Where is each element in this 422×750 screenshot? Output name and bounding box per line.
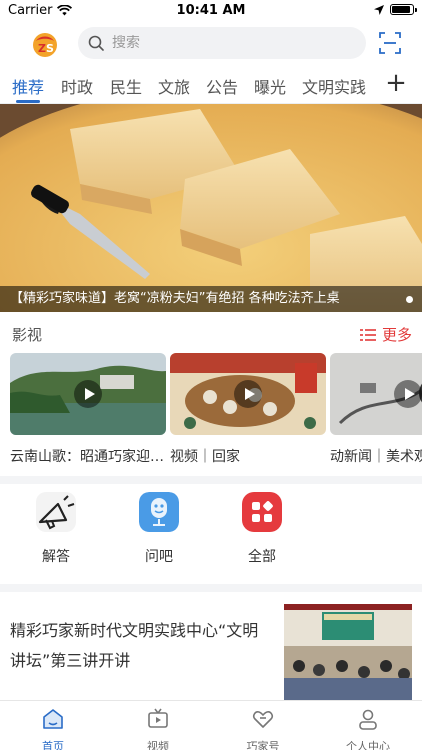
banner-caption: 【精彩巧家味道】老窝“凉粉夫妇”有绝招 各种吃法齐上桌 <box>0 286 422 312</box>
tab-livelihood[interactable]: 民生 <box>110 74 142 98</box>
list-icon <box>359 328 376 341</box>
carousel-indicator <box>406 296 413 303</box>
user-icon <box>359 709 377 730</box>
play-icon <box>234 380 262 408</box>
status-time: 10:41 AM <box>176 3 246 18</box>
tabbar-home[interactable]: 首页 <box>13 707 93 750</box>
more-button[interactable]: 更多 <box>359 324 412 345</box>
video-card[interactable]: 动新闻｜美术观 <box>330 353 422 466</box>
grid-icon <box>242 492 282 532</box>
tabbar-video[interactable]: 视频 <box>118 707 198 750</box>
video-thumbnail <box>330 353 422 435</box>
quick-entries: 解答 问吧 全部 <box>0 492 422 572</box>
tabbar-profile[interactable]: 个人中心 <box>328 707 408 750</box>
tabbar-label: 个人中心 <box>346 740 390 750</box>
video-list: 云南山歌：昭通巧家迎新年 视频｜回家 动新闻｜美术观 <box>0 353 422 473</box>
scan-icon[interactable] <box>378 31 402 55</box>
quick-entry-label: 全部 <box>248 549 276 565</box>
microphone-icon <box>139 492 179 532</box>
svg-text:S: S <box>46 42 54 55</box>
tabbar-label: 视频 <box>147 740 169 750</box>
play-icon <box>74 380 102 408</box>
video-thumbnail <box>10 353 166 435</box>
video-thumbnail <box>170 353 326 435</box>
battery-icon <box>390 4 417 15</box>
search-input[interactable] <box>112 35 342 51</box>
news-title: 精彩巧家新时代文明实践中心“文明讲坛”第三讲开讲 <box>10 621 259 670</box>
battery-level <box>392 6 410 13</box>
tab-civilization-practice[interactable]: 文明实践 <box>302 74 366 98</box>
video-title: 动新闻｜美术观 <box>330 449 422 465</box>
category-tabs: 推荐 时政 民生 文旅 公告 曝光 文明实践 + <box>0 66 422 104</box>
video-card[interactable]: 视频｜回家 <box>170 353 326 466</box>
search-box[interactable] <box>78 27 366 59</box>
quick-entry-all[interactable]: 全部 <box>227 492 297 566</box>
top-header: Z S <box>0 24 422 64</box>
plus-icon[interactable]: + <box>384 68 408 98</box>
quick-entry-ask[interactable]: 问吧 <box>124 492 194 566</box>
quick-entry-answers[interactable]: 解答 <box>21 492 91 566</box>
tab-culture-tourism[interactable]: 文旅 <box>158 74 190 98</box>
news-thumbnail <box>284 604 412 700</box>
section-divider <box>0 476 422 484</box>
tv-icon <box>148 708 168 728</box>
tab-politics[interactable]: 时政 <box>61 74 93 98</box>
search-icon <box>88 35 104 51</box>
video-title: 云南山歌：昭通巧家迎新年 <box>10 449 166 465</box>
video-title: 视频｜回家 <box>170 449 240 465</box>
banner-image <box>0 104 422 312</box>
tab-exposure[interactable]: 曝光 <box>254 74 286 98</box>
tab-recommend[interactable]: 推荐 <box>12 74 44 98</box>
bottom-tab-bar: 首页 视频 巧家号 个人中心 <box>0 700 422 750</box>
tab-announcements[interactable]: 公告 <box>206 74 238 98</box>
section-title: 影视 <box>12 326 43 344</box>
home-icon <box>43 709 63 729</box>
play-icon <box>394 380 422 408</box>
video-section-header: 影视 更多 <box>0 318 422 348</box>
app-logo-icon[interactable]: Z S <box>30 29 60 59</box>
banner-carousel[interactable]: 【精彩巧家味道】老窝“凉粉夫妇”有绝招 各种吃法齐上桌 <box>0 104 422 312</box>
location-arrow-icon <box>374 4 384 15</box>
heart-icon <box>252 711 274 728</box>
status-bar: Carrier 10:41 AM <box>0 0 422 22</box>
status-right <box>374 4 417 15</box>
tabbar-label: 巧家号 <box>246 740 280 750</box>
quick-entry-label: 解答 <box>42 549 70 565</box>
megaphone-icon <box>36 492 76 532</box>
tabbar-label: 首页 <box>42 740 64 750</box>
quick-entry-label: 问吧 <box>145 549 173 565</box>
section-divider <box>0 584 422 592</box>
svg-text:Z: Z <box>38 42 46 55</box>
news-list-item[interactable]: 精彩巧家新时代文明实践中心“文明讲坛”第三讲开讲 <box>0 594 422 704</box>
more-label: 更多 <box>381 326 412 344</box>
tabbar-qiaojia[interactable]: 巧家号 <box>223 707 303 750</box>
video-card[interactable]: 云南山歌：昭通巧家迎新年 <box>10 353 166 466</box>
tab-indicator <box>16 100 40 103</box>
